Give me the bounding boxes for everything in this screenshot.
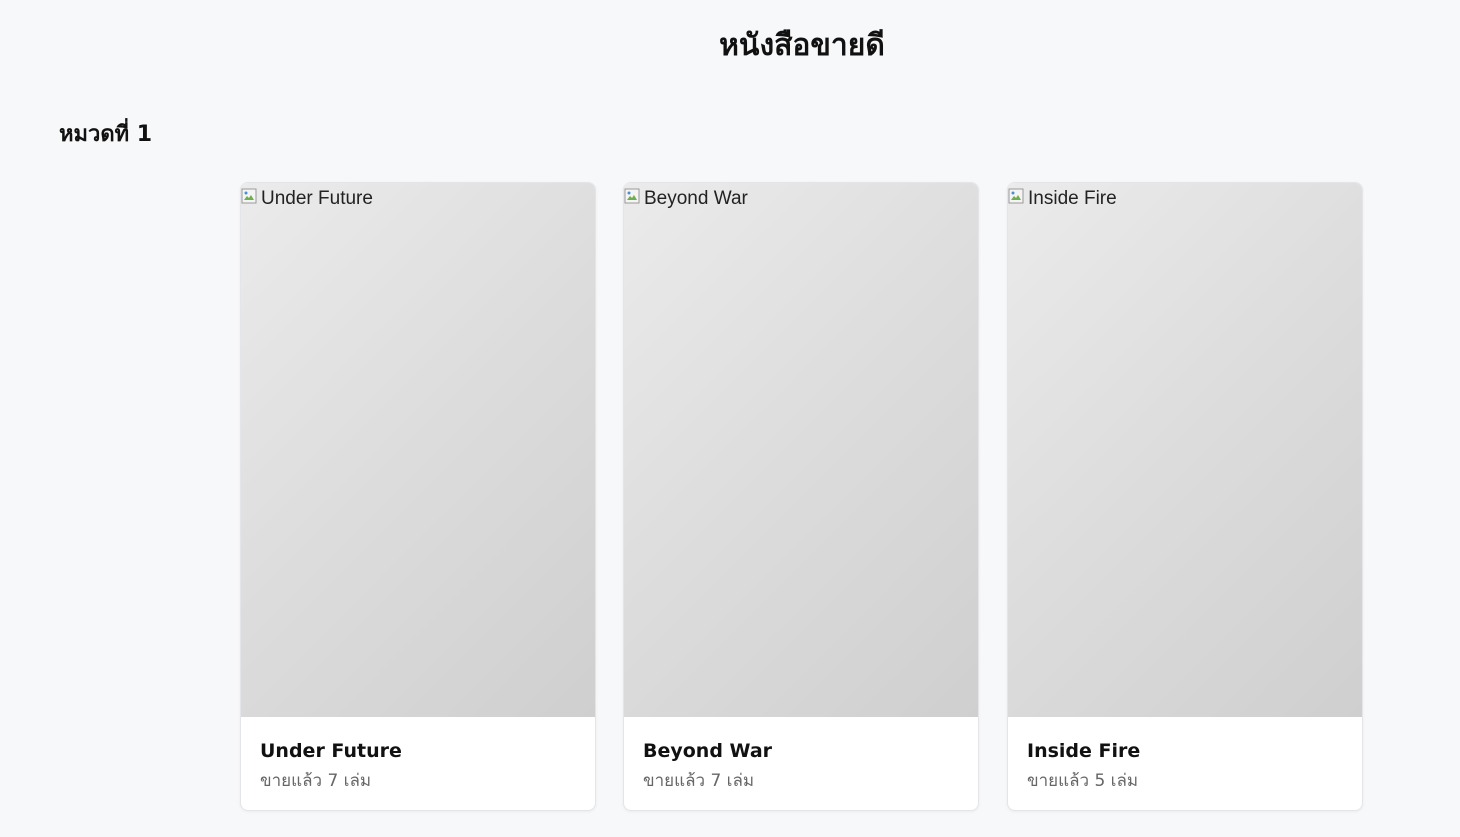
book-sold-count: ขายแล้ว 7 เล่ม (260, 771, 372, 791)
book-title[interactable]: Under Future (260, 737, 576, 765)
broken-image-icon (624, 188, 640, 204)
book-sold-count: ขายแล้ว 7 เล่ม (643, 771, 755, 791)
book-card[interactable]: Inside Fire Inside Fire ขายแล้ว 5 เล่ม (1007, 182, 1363, 811)
book-card[interactable]: Under Future Under Future ขายแล้ว 7 เล่ม (240, 182, 596, 811)
book-cover-alt: Inside Fire (1028, 188, 1117, 209)
book-cover-alt: Under Future (261, 188, 373, 209)
broken-image-icon (1008, 188, 1024, 204)
book-sold-count: ขายแล้ว 5 เล่ม (1027, 771, 1139, 791)
section-heading: หมวดที่ 1 (59, 122, 153, 147)
book-cover-image: Beyond War (624, 187, 748, 211)
book-cover[interactable]: Beyond War (624, 183, 978, 717)
book-title[interactable]: Inside Fire (1027, 737, 1343, 765)
book-cover-image: Inside Fire (1008, 187, 1117, 211)
book-cover-alt: Beyond War (644, 188, 748, 209)
book-cover[interactable]: Inside Fire (1008, 183, 1362, 717)
book-cover[interactable]: Under Future (241, 183, 595, 717)
page-title: หนังสือขายดี (719, 28, 885, 63)
book-card[interactable]: Beyond War Beyond War ขายแล้ว 7 เล่ม (623, 182, 979, 811)
broken-image-icon (241, 188, 257, 204)
book-title[interactable]: Beyond War (643, 737, 959, 765)
book-cover-image: Under Future (241, 187, 373, 211)
